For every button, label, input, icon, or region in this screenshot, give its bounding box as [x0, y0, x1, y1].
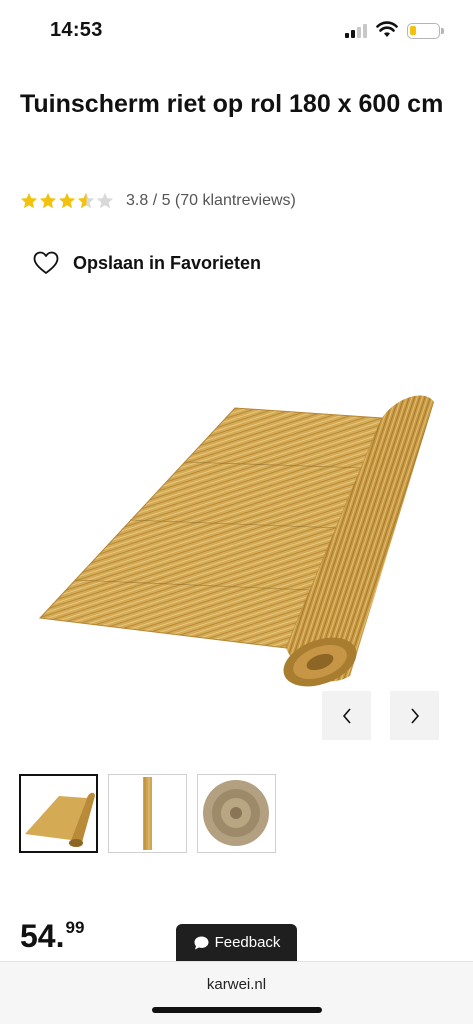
rating-text[interactable]: 3.8 / 5 (70 klantreviews) — [126, 192, 296, 210]
chevron-left-icon — [342, 707, 351, 724]
star-empty-icon — [96, 192, 114, 209]
favorite-label: Opslaan in Favorieten — [73, 252, 262, 273]
price-cents: 99 — [65, 918, 85, 937]
thumbnail-2[interactable] — [108, 774, 187, 853]
save-to-favorites-button[interactable]: Opslaan in Favorieten — [33, 251, 261, 275]
product-price: 54.99 — [20, 918, 84, 955]
product-image-reed-roll[interactable] — [30, 380, 450, 690]
heart-icon — [33, 251, 59, 274]
cellular-signal-icon — [345, 24, 371, 38]
feedback-button[interactable]: Feedback — [176, 924, 297, 961]
thumbnail-image-reed-roll-upright — [143, 777, 152, 850]
browser-url-bar[interactable]: karwei.nl — [0, 961, 473, 1024]
thumbnail-1[interactable] — [19, 774, 98, 853]
gallery-previous-button[interactable] — [322, 691, 371, 740]
product-rating[interactable]: 3.8 / 5 (70 klantreviews) — [20, 190, 296, 212]
url-text[interactable]: karwei.nl — [0, 976, 473, 993]
battery-icon — [407, 23, 444, 39]
price-main: 54. — [20, 918, 65, 954]
chat-bubble-icon — [194, 936, 209, 949]
star-full-icon — [58, 192, 76, 209]
status-bar: 14:53 — [0, 0, 473, 62]
gallery-next-button[interactable] — [390, 691, 439, 740]
thumbnail-image-reed-roll — [25, 792, 95, 847]
feedback-label: Feedback — [214, 934, 281, 951]
thumbnail-3[interactable] — [197, 774, 276, 853]
status-time: 14:53 — [50, 19, 103, 41]
rating-stars — [20, 192, 114, 210]
star-half-icon — [77, 192, 95, 209]
wifi-icon — [376, 21, 398, 37]
chevron-right-icon — [410, 707, 419, 724]
product-title: Tuinscherm riet op rol 180 x 600 cm — [20, 90, 444, 118]
thumbnail-image-reed-roll-end — [203, 780, 269, 846]
star-full-icon — [20, 192, 38, 209]
home-indicator[interactable] — [152, 1007, 322, 1013]
star-full-icon — [39, 192, 57, 209]
